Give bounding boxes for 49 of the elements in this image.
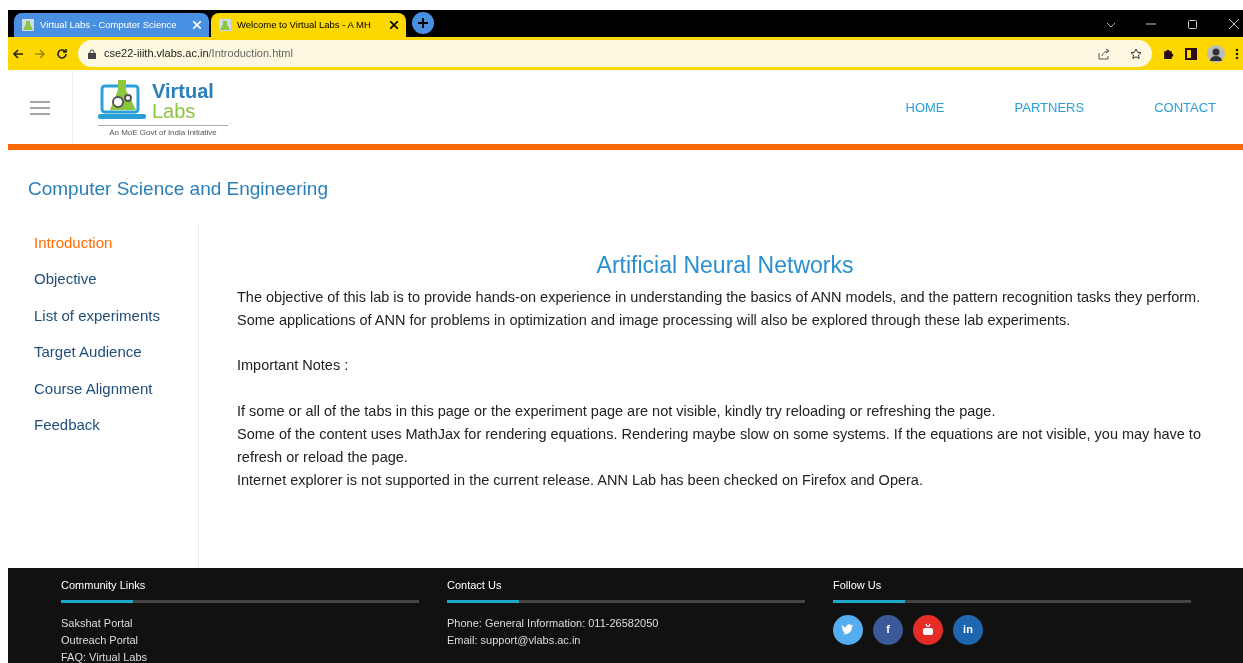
maximize-icon[interactable] <box>1188 20 1197 29</box>
share-icon[interactable] <box>1098 47 1110 60</box>
facebook-button[interactable]: f <box>873 614 903 645</box>
logo-tagline: An MoE Govt of India Initiative <box>98 124 228 139</box>
logo-text: Labs <box>152 100 197 121</box>
side-panel-icon[interactable] <box>1185 47 1197 60</box>
back-arrow-icon[interactable] <box>12 47 24 60</box>
footer-heading: Community Links <box>61 578 147 593</box>
favicon-icon <box>22 19 34 31</box>
note-paragraph: If some or all of the tabs in this page or the experiment page are not visible, kindly try reloading or refreshing the page. <box>237 401 997 421</box>
department-title: Computer Science and Engineering <box>28 177 328 201</box>
avatar-icon[interactable] <box>1207 44 1225 63</box>
new-tab-button[interactable] <box>412 12 434 34</box>
chevron-down-icon[interactable] <box>1106 22 1116 28</box>
sidebar-link[interactable]: Target Audience <box>34 341 142 364</box>
reload-icon[interactable] <box>56 47 68 60</box>
menu-dots-icon[interactable] <box>1235 47 1239 60</box>
puzzle-icon[interactable] <box>1162 47 1175 60</box>
contact-text: Email: support@vlabs.ac.in <box>447 632 581 648</box>
sidebar-link[interactable]: List of experiments <box>34 304 160 327</box>
footer-heading: Contact Us <box>447 578 503 593</box>
youtube-button[interactable] <box>913 614 943 645</box>
footer-heading: Follow Us <box>833 578 883 593</box>
plus-icon <box>417 17 429 29</box>
sidebar-link[interactable]: Course Alignment <box>34 377 153 400</box>
note-paragraph: Internet explorer is not supported in the current release. ANN Lab has been checked on Firefox and Opera. <box>237 470 924 490</box>
note-paragraph: Some of the content uses MathJax for rendering equations. Rendering maybe slow on some systems. If the equations are not visible, you may have to refresh or reload the page. <box>237 424 1202 467</box>
url-text: cse22-iiith.vlabs.ac.in/Introduction.html <box>104 46 293 62</box>
address-bar[interactable]: cse22-iiith.vlabs.ac.in/Introduction.html <box>78 40 1152 67</box>
tab-title: Virtual Labs - Computer Science <box>40 17 178 32</box>
logo-text: Virtual <box>152 80 214 101</box>
sidebar-link[interactable]: Feedback <box>34 414 100 437</box>
notes-heading: Important Notes : <box>237 355 350 375</box>
tab-title: Welcome to Virtual Labs - A MH <box>237 17 372 32</box>
footer-link[interactable]: Sakshat Portal <box>61 614 133 632</box>
twitter-button[interactable] <box>833 614 863 645</box>
contact-text: Phone: General Information: 011-26582050 <box>447 615 659 631</box>
star-icon[interactable] <box>1130 47 1142 60</box>
linkedin-button[interactable]: in <box>953 614 983 645</box>
favicon-icon <box>219 19 231 31</box>
content-title: Artificial Neural Networks <box>595 253 855 277</box>
lock-icon <box>88 48 96 59</box>
intro-paragraph: The objective of this lab is to provide hands-on experience in understanding the basics of ANN models, and the pattern recognition tasks they perform. Some applications of ANN for problems in optimization and image processing will also be explored through these lab experiments. <box>237 287 1202 330</box>
footer-link[interactable]: Outreach Portal <box>61 631 139 649</box>
footer-link[interactable]: FAQ: Virtual Labs <box>61 648 147 663</box>
sidebar-link[interactable]: Objective <box>34 268 97 291</box>
browser-tab[interactable]: Welcome to Virtual Labs - A MH <box>211 13 406 37</box>
close-icon[interactable] <box>390 21 398 29</box>
play-tv-icon <box>920 621 936 638</box>
